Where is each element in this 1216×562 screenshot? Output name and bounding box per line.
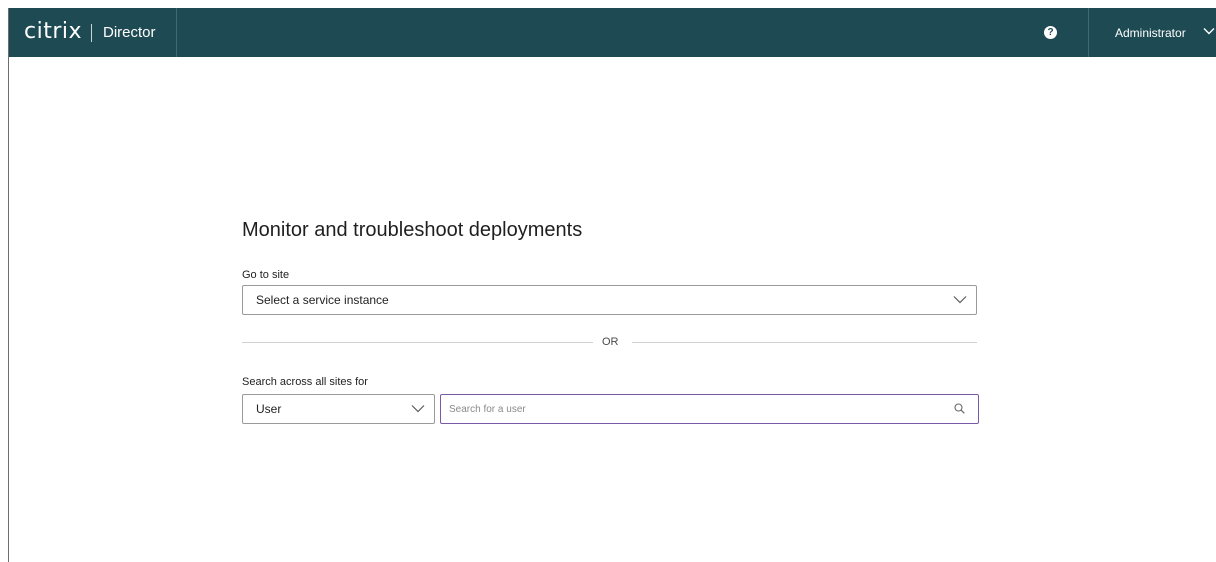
search-type-value: User [256, 402, 282, 416]
or-divider: OR [242, 335, 977, 349]
site-select-value: Select a service instance [256, 293, 389, 307]
chevron-down-icon [1203, 28, 1215, 35]
search-type-select[interactable]: User [242, 394, 435, 424]
app-window: citrix Director ? Administrator Monitor … [8, 8, 1216, 562]
search-label: Search across all sites for [242, 376, 368, 388]
site-label: Go to site [242, 269, 290, 281]
chevron-down-icon [953, 296, 967, 304]
page-title: Monitor and troubleshoot deployments [242, 219, 583, 241]
search-field[interactable] [440, 394, 979, 424]
brand-area[interactable]: citrix Director [9, 8, 177, 57]
top-navigation-bar: citrix Director ? Administrator [9, 8, 1216, 57]
user-menu[interactable]: Administrator [1088, 8, 1216, 57]
brand-divider [91, 24, 92, 42]
product-name: Director [103, 24, 156, 41]
or-text: OR [602, 336, 619, 348]
user-name: Administrator [1115, 26, 1186, 40]
divider-line-right [632, 342, 977, 343]
chevron-down-icon [411, 405, 425, 413]
site-select[interactable]: Select a service instance [242, 285, 977, 315]
divider-line-left [242, 342, 593, 343]
search-input[interactable] [449, 401, 939, 417]
magnifier-icon[interactable] [954, 403, 965, 414]
help-icon[interactable]: ? [1044, 26, 1057, 39]
citrix-logo: citrix [24, 19, 83, 44]
